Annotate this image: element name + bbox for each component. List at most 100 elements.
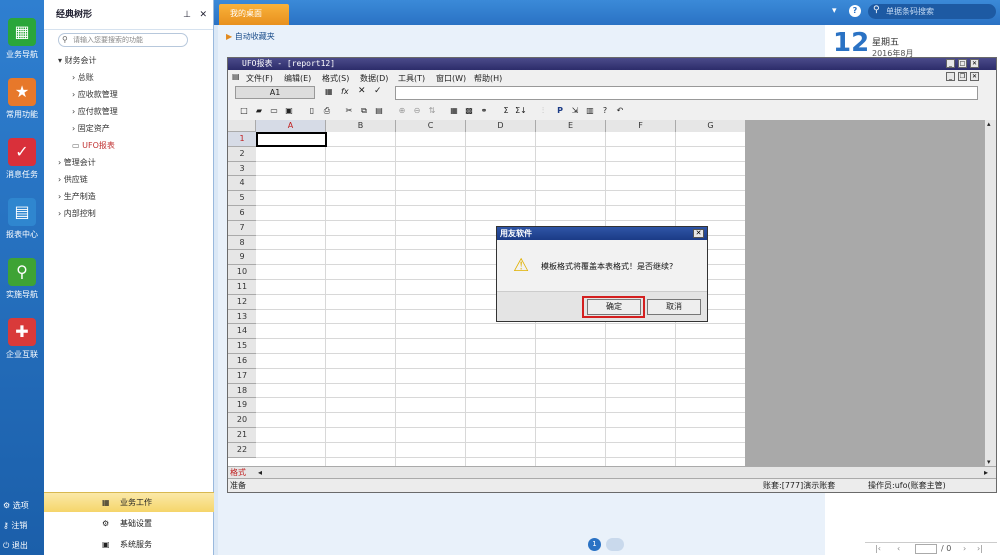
column-header[interactable]: B — [326, 120, 396, 132]
save-icon[interactable]: ▣ — [283, 105, 295, 117]
tree-item-receivable[interactable]: › 应收款管理 — [72, 89, 118, 100]
sort-icon[interactable]: ⇅ — [426, 105, 438, 117]
scroll-down-icon[interactable]: ▾ — [987, 458, 991, 466]
tab-system-service[interactable]: ▣ 系统服务 — [44, 535, 214, 555]
tree-item-mgmt[interactable]: › 管理会计 — [58, 157, 96, 168]
template-icon[interactable]: ▭ — [268, 105, 280, 117]
column-header[interactable]: E — [536, 120, 606, 132]
child-close-button[interactable]: ✕ — [970, 72, 979, 81]
help-icon[interactable]: ? — [849, 5, 861, 17]
row-header[interactable]: 15 — [228, 339, 256, 354]
cell-reference-box[interactable]: A1 — [235, 86, 315, 99]
selected-cell-a1[interactable] — [256, 132, 327, 147]
row-header[interactable]: 14 — [228, 324, 256, 340]
maximize-button[interactable]: □ — [958, 59, 967, 68]
first-page-icon[interactable]: |‹ — [875, 544, 881, 553]
tree-item-fixed-assets[interactable]: › 固定资产 — [72, 123, 110, 134]
tab-business-work[interactable]: ▦ 业务工作 — [44, 492, 214, 512]
nav-business[interactable]: ▦ 业务导航 — [0, 10, 44, 70]
tree-item-production[interactable]: › 生产制造 — [58, 191, 96, 202]
pin-icon[interactable]: ⊥ — [183, 0, 191, 30]
menu-edit[interactable]: 编辑(E) — [284, 73, 311, 84]
next-page-icon[interactable]: › — [963, 544, 966, 553]
pager-next[interactable] — [606, 538, 624, 551]
fx-icon[interactable]: fx — [341, 87, 349, 96]
row-header[interactable]: 10 — [228, 265, 256, 280]
print-icon[interactable]: ⎙ — [321, 105, 333, 117]
scroll-up-icon[interactable]: ▴ — [987, 120, 991, 128]
delete-icon[interactable]: ⊖ — [411, 105, 423, 117]
new-icon[interactable]: □ — [238, 105, 250, 117]
last-page-icon[interactable]: ›| — [977, 544, 983, 553]
corner-cell[interactable] — [228, 120, 256, 132]
options-link[interactable]: ⚙ 选项 — [3, 500, 29, 511]
row-header[interactable]: 6 — [228, 206, 256, 221]
close-icon[interactable]: ✕ — [199, 0, 207, 30]
insert-icon[interactable]: ⊕ — [396, 105, 408, 117]
pager-current[interactable]: 1 — [588, 538, 601, 551]
tree-item-ufo-report[interactable]: ▭ UFO报表 — [72, 140, 115, 151]
row-header[interactable]: 4 — [228, 176, 256, 192]
undo-icon[interactable]: ↶ — [614, 105, 626, 117]
menu-file[interactable]: 文件(F) — [246, 73, 273, 84]
pointer-icon[interactable]: ⇲ — [569, 105, 581, 117]
row-header[interactable]: 22 — [228, 442, 256, 458]
vertical-scrollbar[interactable]: ▴ ▾ — [984, 120, 996, 466]
prev-page-icon[interactable]: ‹ — [897, 544, 900, 553]
menu-window[interactable]: 窗口(W) — [436, 73, 466, 84]
function-icon[interactable]: ▦ — [325, 87, 333, 96]
confirm-formula-icon[interactable]: ✓ — [374, 86, 382, 96]
tree-item-supply[interactable]: › 供应链 — [58, 174, 88, 185]
nav-enterprise[interactable]: ✚ 企业互联 — [0, 310, 44, 370]
tree-search[interactable]: ⚲ 请输入您要搜索的功能 — [58, 33, 188, 47]
barcode-search[interactable]: ⚲ 单据条码搜索 — [868, 4, 996, 19]
menu-tools[interactable]: 工具(T) — [398, 73, 425, 84]
row-header[interactable]: 17 — [228, 368, 256, 384]
row-header[interactable]: 2 — [228, 146, 256, 162]
column-header[interactable]: F — [606, 120, 676, 132]
minimize-button[interactable]: _ — [946, 59, 955, 68]
row-header[interactable]: 19 — [228, 398, 256, 414]
row-header[interactable]: 9 — [228, 250, 256, 266]
row-header[interactable]: 16 — [228, 354, 256, 369]
row-header[interactable]: 3 — [228, 161, 256, 177]
numeric-icon[interactable]: ▥ — [584, 105, 596, 117]
sum-icon[interactable]: Σ — [500, 105, 512, 117]
tab-my-desktop[interactable]: 我的桌面 — [219, 4, 289, 25]
autosave-bar[interactable]: ▶ 自动收藏夹 — [226, 31, 275, 42]
cut-icon[interactable]: ✂ — [343, 105, 355, 117]
merge-icon[interactable]: ▩ — [463, 105, 475, 117]
row-header[interactable]: 8 — [228, 235, 256, 251]
column-header[interactable]: C — [396, 120, 466, 132]
nav-message[interactable]: ✓ 消息任务 — [0, 130, 44, 190]
ok-button[interactable]: 确定 — [587, 299, 641, 315]
cancel-formula-icon[interactable]: ✕ — [358, 86, 366, 96]
close-button[interactable]: ✕ — [970, 59, 979, 68]
nav-report[interactable]: ▤ 报表中心 — [0, 190, 44, 250]
column-header[interactable]: G — [676, 120, 745, 132]
sum-range-icon[interactable]: Σ↓ — [515, 105, 527, 117]
find-icon[interactable]: ⚭ — [478, 105, 490, 117]
row-header[interactable]: 12 — [228, 294, 256, 310]
copy-icon[interactable]: ⧉ — [358, 105, 370, 117]
formula-input[interactable] — [395, 86, 978, 100]
row-header[interactable]: 5 — [228, 191, 256, 206]
tree-item-finance[interactable]: ▾ 财务会计 — [58, 55, 97, 66]
tree-item-payable[interactable]: › 应付款管理 — [72, 106, 118, 117]
menu-help[interactable]: 帮助(H) — [474, 73, 502, 84]
tab-basic-settings[interactable]: ⚙ 基础设置 — [44, 514, 214, 534]
menu-data[interactable]: 数据(D) — [360, 73, 388, 84]
paste-icon[interactable]: ▤ — [373, 105, 385, 117]
close-icon[interactable]: ✕ — [693, 229, 704, 238]
logout-link[interactable]: ⚷ 注销 — [3, 520, 27, 531]
menu-format[interactable]: 格式(S) — [322, 73, 349, 84]
row-header[interactable]: 21 — [228, 428, 256, 443]
grid-icon[interactable]: ▦ — [448, 105, 460, 117]
page-input[interactable] — [915, 544, 937, 554]
row-header[interactable]: 20 — [228, 413, 256, 428]
nav-common[interactable]: ★ 常用功能 — [0, 70, 44, 130]
exit-link[interactable]: ⏻ 退出 — [3, 540, 28, 551]
cancel-button[interactable]: 取消 — [647, 299, 701, 315]
chart-icon[interactable]: ⫶ — [537, 105, 549, 117]
row-header[interactable]: 13 — [228, 309, 256, 325]
